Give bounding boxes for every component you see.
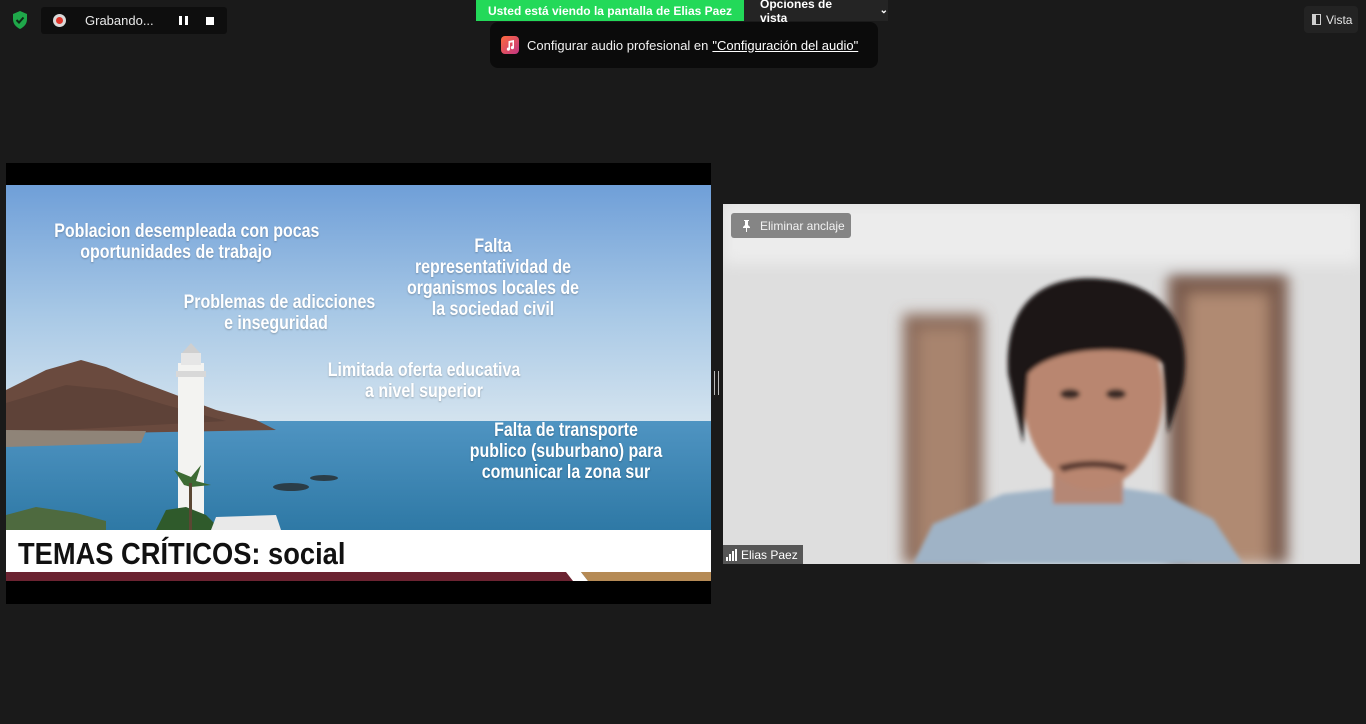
view-button[interactable]: Vista	[1304, 6, 1358, 33]
slide-title: TEMAS CRÍTICOS: social	[18, 536, 346, 571]
audio-tip-text: Configurar audio profesional en	[527, 37, 709, 53]
shared-screen: Poblacion desempleada con pocas oportunid…	[6, 163, 711, 604]
pause-recording-button[interactable]	[175, 14, 191, 28]
slide-text-unemployment: Poblacion desempleada con pocas oportunid…	[54, 221, 320, 263]
slide-text-representation: Falta representatividad de organismos loca…	[406, 236, 580, 320]
music-icon	[501, 36, 519, 54]
recording-bar: Grabando...	[41, 7, 227, 34]
slide-text-transport: Falta de transporte publico (suburbano) p…	[469, 420, 663, 483]
stop-recording-button[interactable]	[202, 13, 218, 29]
view-options-button[interactable]: Opciones de vista ⌄	[744, 0, 888, 25]
security-shield-icon[interactable]	[10, 10, 30, 30]
participant-video-frame	[723, 204, 1360, 564]
view-options-label: Opciones de vista	[760, 0, 833, 25]
audio-tip-popup: Configurar audio profesional en "Configu…	[490, 22, 878, 68]
slide-text-education: Limitada oferta educativa a nivel superio…	[327, 360, 521, 402]
unpin-label: Eliminar anclaje	[760, 218, 845, 233]
recording-label: Grabando...	[85, 13, 154, 28]
split-resize-handle[interactable]	[714, 371, 719, 395]
pin-icon	[741, 219, 751, 232]
chevron-down-icon: ⌄	[879, 5, 888, 16]
participant-name: Elias Paez	[741, 547, 798, 562]
stop-icon	[206, 16, 214, 25]
signal-strength-icon	[726, 548, 737, 561]
participant-name-tag: Elias Paez	[723, 545, 803, 564]
viewing-screen-banner: Usted está viendo la pantalla de Elias P…	[476, 0, 744, 21]
view-button-label: Vista	[1326, 12, 1353, 27]
recording-icon	[53, 14, 66, 27]
unpin-button[interactable]: Eliminar anclaje	[731, 213, 851, 238]
view-layout-icon	[1312, 14, 1321, 25]
participant-video[interactable]: Eliminar anclaje Elias Paez	[723, 204, 1360, 564]
pause-icon	[178, 16, 182, 25]
slide-decoration-stripes	[6, 572, 711, 581]
slide-text-addictions: Problemas de adicciones e inseguridad	[183, 292, 376, 334]
audio-settings-link[interactable]: "Configuración del audio"	[712, 38, 858, 53]
slide-title-bar: TEMAS CRÍTICOS: social	[6, 530, 711, 572]
presentation-slide: Poblacion desempleada con pocas oportunid…	[6, 185, 711, 581]
